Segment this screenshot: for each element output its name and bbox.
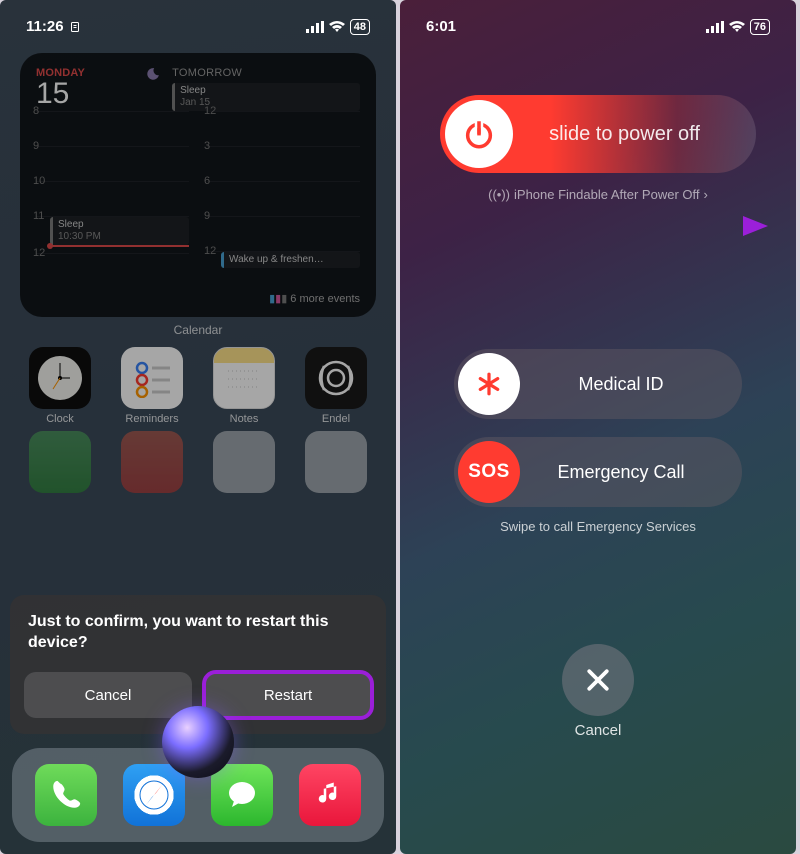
cancel-button[interactable] bbox=[562, 644, 634, 716]
status-bar: 11:26 48 bbox=[0, 0, 396, 45]
status-time: 11:26 bbox=[26, 18, 64, 35]
power-slider-label: slide to power off bbox=[513, 123, 736, 146]
restart-button[interactable]: Restart bbox=[204, 672, 372, 718]
music-icon bbox=[315, 780, 345, 810]
dock-safari[interactable] bbox=[123, 764, 185, 826]
medical-knob[interactable] bbox=[458, 353, 520, 415]
confirm-sheet-title: Just to confirm, you want to restart thi… bbox=[24, 611, 372, 654]
close-icon bbox=[583, 665, 613, 695]
phone-right: 6:01 76 slide to power off ((•)) iPhone … bbox=[400, 0, 796, 854]
status-time: 6:01 bbox=[426, 18, 456, 35]
phone-left: 11:26 48 MONDAY 15 TOMORROW Sleep Jan 15 bbox=[0, 0, 396, 854]
emergency-call-slider[interactable]: SOS Emergency Call bbox=[454, 437, 742, 507]
endel-icon bbox=[305, 347, 367, 409]
annotation-arrow bbox=[428, 214, 768, 238]
dock-music[interactable] bbox=[299, 764, 361, 826]
wifi-icon bbox=[329, 21, 345, 33]
app-reminders[interactable]: Reminders bbox=[116, 347, 188, 425]
safari-icon bbox=[136, 777, 172, 813]
findable-row[interactable]: ((•)) iPhone Findable After Power Off › bbox=[400, 187, 796, 202]
status-bar: 6:01 76 bbox=[400, 0, 796, 45]
calendar-widget[interactable]: MONDAY 15 TOMORROW Sleep Jan 15 8 9 10 1… bbox=[20, 53, 376, 317]
sleep-block-time: 10:30 PM bbox=[58, 231, 184, 243]
widget-app-label: Calendar bbox=[0, 323, 396, 337]
home-apps-row-2 bbox=[14, 431, 382, 493]
notes-icon bbox=[213, 347, 275, 409]
app-endel[interactable]: Endel bbox=[300, 347, 372, 425]
findmy-icon: ((•)) bbox=[488, 187, 510, 202]
current-time-indicator bbox=[50, 245, 189, 247]
battery-icon: 48 bbox=[350, 19, 370, 35]
app-notes[interactable]: Notes bbox=[208, 347, 280, 425]
battery-icon: 76 bbox=[750, 19, 770, 35]
sleep-event: Sleep bbox=[180, 85, 355, 97]
sleep-block-label: Sleep bbox=[58, 219, 184, 231]
dock-phone[interactable] bbox=[35, 764, 97, 826]
siri-orb[interactable] bbox=[162, 706, 234, 778]
medical-label: Medical ID bbox=[520, 374, 722, 395]
sos-knob[interactable]: SOS bbox=[458, 441, 520, 503]
more-events: 6 more events bbox=[290, 293, 360, 305]
asterisk-icon bbox=[476, 371, 502, 397]
power-icon bbox=[462, 117, 496, 151]
wifi-icon bbox=[729, 21, 745, 33]
app-clock[interactable]: Clock bbox=[24, 347, 96, 425]
clock-icon bbox=[29, 347, 91, 409]
medical-id-slider[interactable]: Medical ID bbox=[454, 349, 742, 419]
signal-icon bbox=[706, 21, 724, 33]
message-icon bbox=[224, 777, 260, 813]
sos-label: Emergency Call bbox=[520, 462, 722, 483]
power-knob[interactable] bbox=[445, 100, 513, 168]
tomorrow-label: TOMORROW bbox=[172, 67, 360, 79]
signal-icon bbox=[306, 21, 324, 33]
chevron-right-icon: › bbox=[704, 187, 708, 202]
moon-icon bbox=[146, 67, 160, 81]
home-apps-row: Clock Reminders Notes Endel bbox=[14, 347, 382, 425]
swipe-caption: Swipe to call Emergency Services bbox=[400, 519, 796, 534]
reminders-icon bbox=[121, 347, 183, 409]
widget-day-number: 15 bbox=[36, 79, 85, 109]
dock-messages[interactable] bbox=[211, 764, 273, 826]
phone-icon bbox=[49, 778, 83, 812]
power-off-slider[interactable]: slide to power off bbox=[440, 95, 756, 173]
cancel-button[interactable]: Cancel bbox=[24, 672, 192, 718]
info-icon bbox=[69, 21, 81, 33]
findable-label: iPhone Findable After Power Off bbox=[514, 187, 699, 202]
cancel-label: Cancel bbox=[400, 722, 796, 739]
wake-event: Wake up & freshen… bbox=[229, 254, 324, 265]
